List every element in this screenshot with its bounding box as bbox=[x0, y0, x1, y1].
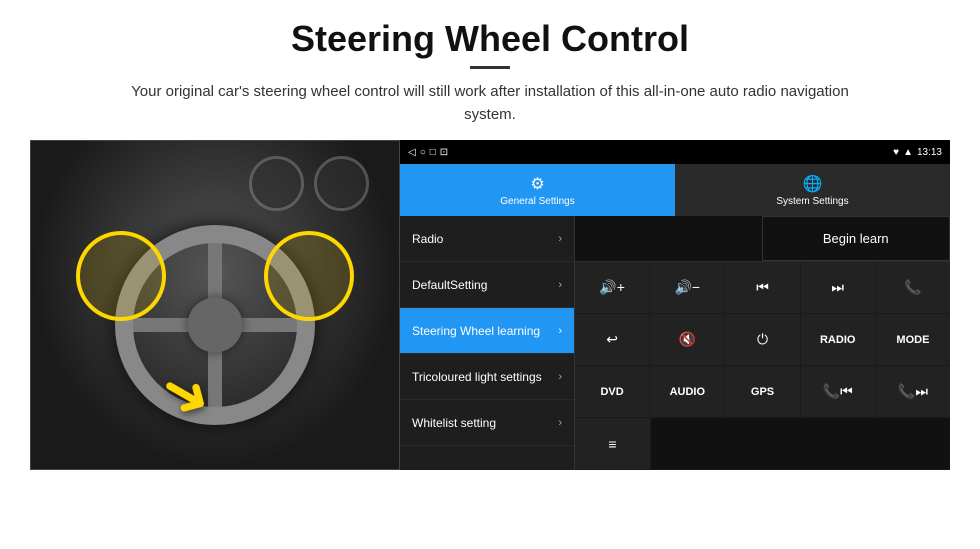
menu-area: Radio › DefaultSetting › Steering Wheel … bbox=[400, 216, 950, 470]
dvd-button-label: DVD bbox=[600, 386, 623, 398]
steering-bg: ➜ bbox=[31, 141, 399, 469]
menu-item-default-label: DefaultSetting bbox=[412, 278, 487, 292]
volume-down-icon: 🔊− bbox=[675, 279, 701, 296]
clock: 13:13 bbox=[917, 147, 942, 158]
button-grid: 🔊+ 🔊− ⏮ ⏭ 📞 bbox=[575, 262, 950, 470]
wifi-icon: ♥ bbox=[893, 147, 899, 158]
menu-item-whitelist-label: Whitelist setting bbox=[412, 416, 496, 430]
signal-icon: ▲ bbox=[903, 147, 913, 158]
tab-general[interactable]: ⚙ General Settings bbox=[400, 164, 675, 216]
nav-home-icon: ○ bbox=[420, 147, 426, 158]
nav-cast-icon: ⊡ bbox=[440, 147, 448, 158]
hang-up-icon: ↩ bbox=[606, 331, 618, 348]
nav-back-icon: ◁ bbox=[408, 147, 416, 158]
audio-button[interactable]: AUDIO bbox=[650, 366, 725, 417]
menu-item-whitelist[interactable]: Whitelist setting › bbox=[400, 400, 574, 446]
menu-chevron-default: › bbox=[558, 279, 562, 291]
page-container: Steering Wheel Control Your original car… bbox=[0, 0, 980, 549]
radio-button-label: RADIO bbox=[820, 334, 855, 346]
audio-button-label: AUDIO bbox=[670, 386, 705, 398]
menu-item-steering-label: Steering Wheel learning bbox=[412, 324, 540, 338]
begin-learn-button[interactable]: Begin learn bbox=[762, 216, 951, 261]
mute-icon: 🔇 bbox=[679, 331, 696, 348]
status-icons-right: ♥ ▲ 13:13 bbox=[893, 147, 942, 158]
mute-button[interactable]: 🔇 bbox=[650, 314, 725, 365]
next-track-button[interactable]: ⏭ bbox=[801, 262, 876, 313]
tab-bar: ⚙ General Settings 🌐 System Settings bbox=[400, 164, 950, 216]
system-settings-icon: 🌐 bbox=[803, 174, 823, 194]
empty-btn-1 bbox=[651, 418, 950, 469]
radio-button[interactable]: RADIO bbox=[801, 314, 876, 365]
menu-chevron-steering: › bbox=[558, 325, 562, 337]
status-icons-left: ◁ ○ □ ⊡ bbox=[408, 147, 448, 158]
call-next-button[interactable]: 📞⏭ bbox=[876, 366, 950, 417]
tab-general-label: General Settings bbox=[500, 196, 575, 207]
content-area: ➜ ◁ ○ □ ⊡ ♥ ▲ 13:13 bbox=[30, 140, 950, 470]
volume-down-button[interactable]: 🔊− bbox=[650, 262, 725, 313]
volume-up-icon: 🔊+ bbox=[599, 279, 625, 296]
btn-row-1: 🔊+ 🔊− ⏮ ⏭ 📞 bbox=[575, 262, 950, 314]
highlight-circle-left bbox=[76, 231, 166, 321]
call-prev-icon: 📞⏮ bbox=[823, 383, 853, 400]
general-settings-icon: ⚙ bbox=[530, 174, 544, 194]
menu-item-radio[interactable]: Radio › bbox=[400, 216, 574, 262]
mode-button[interactable]: MODE bbox=[876, 314, 950, 365]
gps-button-label: GPS bbox=[751, 386, 774, 398]
mode-button-label: MODE bbox=[896, 334, 929, 346]
tab-system[interactable]: 🌐 System Settings bbox=[675, 164, 950, 216]
menu-item-default-setting[interactable]: DefaultSetting › bbox=[400, 262, 574, 308]
menu-chevron-tricoloured: › bbox=[558, 371, 562, 383]
menu-item-steering[interactable]: Steering Wheel learning › bbox=[400, 308, 574, 354]
menu-item-radio-label: Radio bbox=[412, 232, 443, 246]
phone-icon: 📞 bbox=[904, 279, 921, 296]
call-prev-button[interactable]: 📞⏮ bbox=[801, 366, 876, 417]
power-button[interactable]: ⏻ bbox=[725, 314, 800, 365]
page-subtitle: Your original car's steering wheel contr… bbox=[130, 81, 850, 126]
volume-up-button[interactable]: 🔊+ bbox=[575, 262, 650, 313]
gauge-1 bbox=[249, 156, 304, 211]
car-image-panel: ➜ bbox=[30, 140, 400, 470]
dash-gauges bbox=[249, 156, 369, 211]
menu-item-tricoloured-label: Tricoloured light settings bbox=[412, 370, 542, 384]
power-icon: ⏻ bbox=[757, 331, 768, 348]
btn-row-2: ↩ 🔇 ⏻ RADIO MOD bbox=[575, 314, 950, 366]
menu-chevron-whitelist: › bbox=[558, 417, 562, 429]
call-next-icon: 📞⏭ bbox=[898, 383, 928, 400]
gauge-2 bbox=[314, 156, 369, 211]
prev-track-icon: ⏮ bbox=[756, 279, 769, 296]
gps-button[interactable]: GPS bbox=[725, 366, 800, 417]
highlight-circle-right bbox=[264, 231, 354, 321]
title-divider bbox=[470, 66, 510, 69]
control-empty-cell bbox=[575, 216, 762, 261]
next-track-icon: ⏭ bbox=[831, 279, 844, 296]
begin-learn-label: Begin learn bbox=[823, 231, 889, 246]
nav-recent-icon: □ bbox=[430, 147, 436, 158]
tab-system-label: System Settings bbox=[776, 196, 848, 207]
status-bar: ◁ ○ □ ⊡ ♥ ▲ 13:13 bbox=[400, 140, 950, 164]
menu-list: Radio › DefaultSetting › Steering Wheel … bbox=[400, 216, 575, 470]
btn-row-3: DVD AUDIO GPS 📞⏮ bbox=[575, 366, 950, 418]
menu-item-tricoloured[interactable]: Tricoloured light settings › bbox=[400, 354, 574, 400]
hang-up-button[interactable]: ↩ bbox=[575, 314, 650, 365]
control-panel: Begin learn 🔊+ 🔊− bbox=[575, 216, 950, 470]
btn-row-4: ≡ bbox=[575, 418, 950, 470]
menu-icon-button[interactable]: ≡ bbox=[575, 418, 651, 469]
menu-list-icon: ≡ bbox=[608, 436, 616, 452]
menu-chevron-radio: › bbox=[558, 233, 562, 245]
dvd-button[interactable]: DVD bbox=[575, 366, 650, 417]
control-top-row: Begin learn bbox=[575, 216, 950, 262]
prev-track-button[interactable]: ⏮ bbox=[725, 262, 800, 313]
phone-button[interactable]: 📞 bbox=[876, 262, 950, 313]
sw-center bbox=[188, 298, 243, 353]
android-panel: ◁ ○ □ ⊡ ♥ ▲ 13:13 ⚙ General Settings bbox=[400, 140, 950, 470]
page-title: Steering Wheel Control bbox=[291, 18, 689, 60]
